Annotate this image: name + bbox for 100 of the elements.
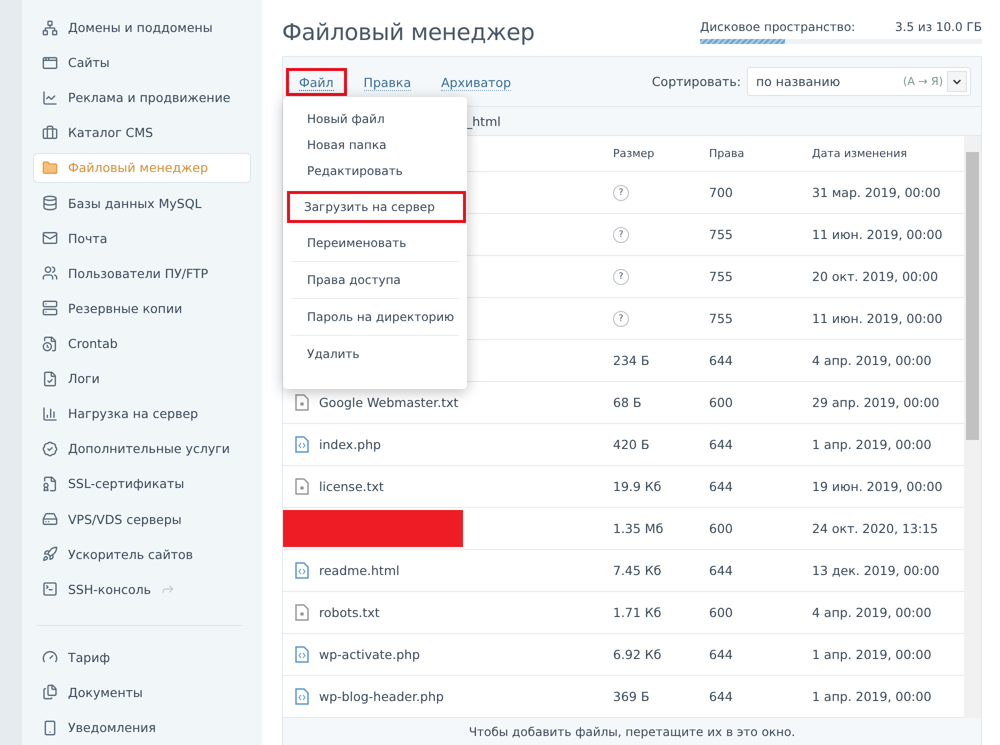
sidebar-item[interactable]: Резервные копии (33, 293, 251, 324)
certificate-icon (42, 476, 58, 492)
sidebar-item[interactable]: Ускоритель сайтов (33, 539, 251, 570)
briefcase-icon (42, 124, 58, 141)
bar-chart-icon (42, 406, 58, 422)
file-name: robots.txt (319, 605, 380, 620)
sidebar-item[interactable]: Реклама и продвижение (33, 82, 251, 113)
file-size: 19.9 Кб (613, 479, 662, 494)
sidebar-item[interactable]: Дополнительные услуги (33, 434, 251, 464)
sidebar-item[interactable]: Каталог CMS (33, 118, 251, 148)
server-icon (42, 511, 58, 528)
file-date: 4 апр. 2019, 00:00 (812, 605, 932, 620)
sidebar-item[interactable]: Нагрузка на сервер (33, 398, 251, 429)
sidebar-item[interactable]: Crontab (33, 328, 251, 359)
file-date: 11 июн. 2019, 00:00 (812, 311, 944, 326)
file-permissions: 755 (709, 311, 734, 326)
file-date: 11 июн. 2019, 00:00 (812, 227, 944, 242)
sidebar-item[interactable]: SSH-консоль (33, 574, 251, 604)
file-date: 29 апр. 2019, 00:00 (812, 395, 940, 410)
file-name: license.txt (319, 479, 384, 494)
file-permissions: 755 (709, 227, 734, 242)
sidebar-item[interactable]: SSL-сертификаты (33, 468, 251, 500)
code-file-icon (295, 646, 309, 663)
size-unknown-badge: ? (613, 311, 629, 327)
menu-item[interactable]: Права доступа (287, 267, 465, 293)
scrollbar[interactable] (964, 136, 981, 718)
mail-icon (42, 230, 58, 246)
file-date: 1 апр. 2019, 00:00 (812, 437, 932, 452)
text-file-icon (295, 604, 309, 621)
disk-space-value: 3.5 из 10.0 ГБ (895, 20, 982, 34)
disk-space-label: Дисковое пространство: (700, 20, 856, 34)
code-file-icon (295, 562, 309, 579)
sidebar-item[interactable]: Почта (33, 223, 251, 254)
file-date: 13 дек. 2019, 00:00 (812, 563, 940, 578)
file-permissions: 600 (709, 605, 734, 620)
file-size: 369 Б (613, 689, 650, 704)
sidebar-item[interactable]: Тариф (33, 642, 251, 672)
menu-item[interactable]: Новый файл (287, 106, 465, 132)
file-size: 420 Б (613, 437, 650, 452)
sidebar-item[interactable]: Пользователи ПУ/FTP (33, 258, 251, 288)
sidebar-item[interactable]: Сайты (33, 48, 251, 78)
column-header[interactable]: Права (709, 147, 812, 160)
sort-select[interactable]: по названию (А → Я) (747, 67, 971, 96)
file-name: Google Webmaster.txt (319, 395, 458, 410)
text-file-icon (295, 478, 309, 495)
file-clock-icon (42, 336, 58, 352)
sidebar-item[interactable]: VPS/VDS серверы (33, 504, 251, 534)
menu-item[interactable]: Переименовать (287, 230, 465, 256)
menu-tab[interactable]: Правка (350, 68, 424, 96)
path-text: _html (466, 114, 501, 128)
file-row[interactable]: index.php 420 Б 644 1 апр. 2019, 00:00 (283, 424, 964, 466)
menu-item[interactable]: Пароль на директорию (287, 304, 465, 330)
sidebar-item[interactable]: Домены и поддомены (33, 12, 251, 43)
file-permissions: 755 (709, 269, 734, 284)
menu-item[interactable]: Загрузить на сервер (287, 191, 466, 223)
file-permissions: 644 (709, 689, 734, 704)
dropdown-button[interactable] (947, 71, 967, 92)
sidebar-item[interactable]: Базы данных MySQL (33, 188, 251, 218)
sidebar-item[interactable]: Документы (33, 677, 251, 708)
file-name: readme.html (319, 563, 400, 578)
code-file-icon (295, 688, 309, 705)
file-permissions: 644 (709, 437, 734, 452)
file-size: 1.35 Мб (613, 521, 664, 536)
file-permissions: 700 (709, 185, 734, 200)
file-date: 1 апр. 2019, 00:00 (812, 689, 932, 704)
file-date: 1 апр. 2019, 00:00 (812, 647, 932, 662)
server-icon (42, 300, 58, 316)
column-header[interactable]: Дата изменения (812, 147, 964, 160)
rocket-icon (42, 546, 58, 562)
page-title: Файловый менеджер (282, 20, 535, 46)
menu-item[interactable]: Удалить (287, 341, 465, 367)
file-row[interactable]: license.txt 19.9 Кб 644 19 июн. 2019, 00:00 (283, 466, 964, 508)
file-row[interactable]: 1.35 Мб 600 24 окт. 2020, 13:15 (283, 508, 964, 550)
file-name: wp-activate.php (319, 647, 420, 662)
terminal-icon (42, 581, 58, 598)
file-check-icon (42, 370, 58, 387)
column-header[interactable]: Размер (613, 147, 709, 160)
menu-item[interactable]: Новая папка (287, 132, 465, 158)
file-date: 4 апр. 2019, 00:00 (812, 353, 932, 368)
file-row[interactable]: readme.html 7.45 Кб 644 13 дек. 2019, 00:00 (283, 550, 964, 592)
file-size: 68 Б (613, 395, 642, 410)
users-icon (42, 265, 58, 282)
chart-icon (42, 90, 58, 106)
sort-label: Сортировать: (652, 74, 741, 89)
code-file-icon (295, 436, 309, 453)
folder-icon (42, 160, 58, 176)
database-icon (42, 195, 58, 212)
file-name: wp-blog-header.php (319, 689, 444, 704)
phone-icon (42, 720, 58, 736)
file-permissions: 600 (709, 395, 734, 410)
file-name: index.php (319, 437, 381, 452)
size-unknown-badge: ? (613, 227, 629, 243)
sidebar-item[interactable]: Уведомления (33, 712, 251, 743)
file-permissions: 644 (709, 479, 734, 494)
menu-tab[interactable]: Архиватор (428, 68, 524, 96)
size-unknown-badge: ? (613, 185, 629, 201)
file-row[interactable]: robots.txt 1.71 Кб 600 4 апр. 2019, 00:00 (283, 592, 964, 634)
file-permissions: 644 (709, 353, 734, 368)
sidebar-item[interactable]: Логи (33, 364, 251, 394)
file-row[interactable]: wp-activate.php 6.92 Кб 644 1 апр. 2019, 00:00 (283, 634, 964, 676)
